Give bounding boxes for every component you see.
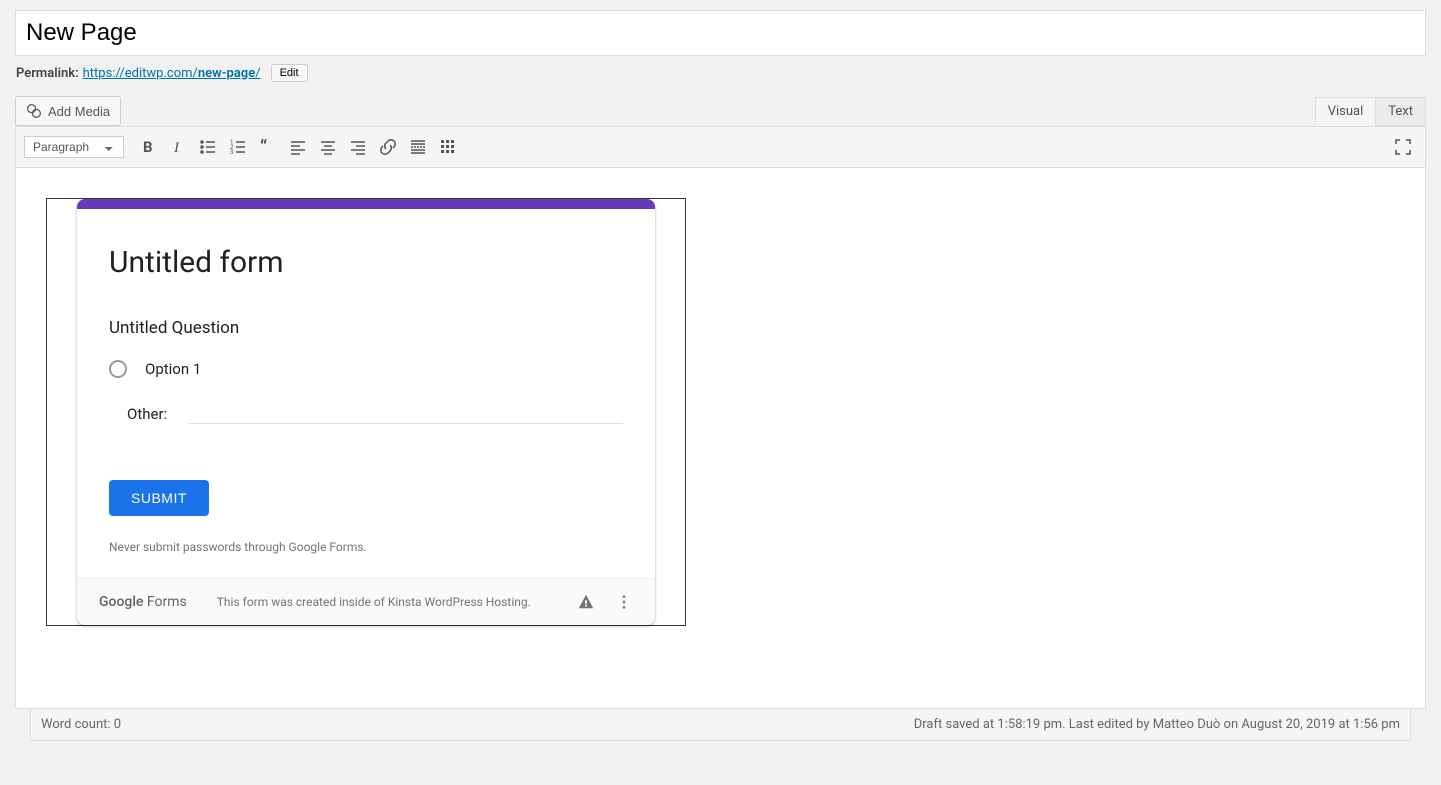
other-input-line[interactable] [189, 404, 623, 424]
save-status: Draft saved at 1:58:19 pm. Last edited b… [914, 717, 1400, 732]
status-bar: Word count: 0 Draft saved at 1:58:19 pm.… [30, 709, 1411, 741]
bold-button[interactable]: B [134, 133, 162, 161]
form-question: Untitled Question [109, 318, 623, 338]
form-accent-bar [77, 199, 655, 209]
readmore-button[interactable] [404, 133, 432, 161]
form-footer-text: This form was created inside of Kinsta W… [217, 595, 531, 609]
form-embed-block[interactable]: Untitled form Untitled Question Option 1… [46, 198, 686, 626]
warning-icon [577, 593, 595, 611]
page-title-input[interactable] [15, 10, 1426, 56]
permalink-edit-button[interactable]: Edit [271, 64, 308, 82]
tab-visual[interactable]: Visual [1315, 97, 1376, 126]
media-icon [26, 103, 42, 119]
editor-toolbar: Paragraph B I 123 “ [16, 127, 1425, 168]
fullscreen-button[interactable] [1389, 133, 1417, 161]
radio-option-other[interactable]: Other: [109, 404, 623, 424]
bullet-list-button[interactable] [194, 133, 222, 161]
numbered-list-button[interactable]: 123 [224, 133, 252, 161]
svg-text:“: “ [260, 137, 267, 157]
svg-text:3: 3 [230, 149, 233, 156]
permalink-link[interactable]: https://editwp.com/new-page/ [83, 66, 261, 81]
permalink-label: Permalink: [16, 66, 79, 81]
format-select[interactable]: Paragraph [24, 136, 124, 158]
svg-text:B: B [143, 138, 153, 156]
radio-option-1[interactable]: Option 1 [109, 360, 623, 378]
svg-text:I: I [173, 140, 180, 156]
form-warning: Never submit passwords through Google Fo… [109, 540, 623, 554]
editor-content[interactable]: Untitled form Untitled Question Option 1… [16, 168, 1425, 708]
link-button[interactable] [374, 133, 402, 161]
toolbar-toggle-button[interactable] [434, 133, 462, 161]
align-center-button[interactable] [314, 133, 342, 161]
italic-button[interactable]: I [164, 133, 192, 161]
more-vertical-icon[interactable] [615, 593, 633, 611]
permalink-row: Permalink: https://editwp.com/new-page/ … [0, 64, 1441, 96]
blockquote-button[interactable]: “ [254, 133, 282, 161]
radio-icon [109, 360, 127, 378]
google-forms-logo: Google Forms [99, 594, 187, 610]
align-left-button[interactable] [284, 133, 312, 161]
form-title: Untitled form [109, 245, 623, 280]
add-media-button[interactable]: Add Media [15, 96, 121, 126]
word-count: Word count: 0 [41, 717, 121, 732]
tab-text[interactable]: Text [1375, 97, 1426, 126]
align-right-button[interactable] [344, 133, 372, 161]
submit-button[interactable]: SUBMIT [109, 480, 209, 516]
